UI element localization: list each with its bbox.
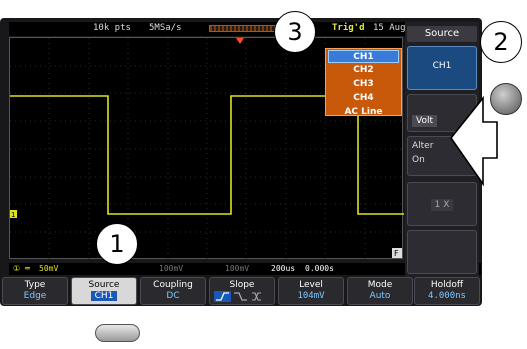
dropdown-item-ch2[interactable]: CH2 bbox=[328, 64, 399, 77]
trigger-status: Trig'd bbox=[332, 23, 365, 33]
dropdown-item-ch1[interactable]: CH1 bbox=[328, 50, 399, 63]
side-menu-title: Source bbox=[407, 26, 477, 42]
mode-label: Mode bbox=[367, 280, 393, 290]
falling-edge-icon bbox=[234, 292, 247, 301]
either-edge-icon bbox=[252, 292, 261, 301]
level-value: 104mV bbox=[297, 291, 325, 301]
sample-rate: 5MSa/s bbox=[149, 23, 182, 33]
coupling-button[interactable]: Coupling DC bbox=[140, 277, 206, 305]
callout-1: 1 bbox=[96, 223, 138, 265]
type-button[interactable]: Type Edge bbox=[2, 277, 68, 305]
callout-3: 3 bbox=[274, 11, 316, 53]
menu-key-button[interactable] bbox=[95, 324, 140, 342]
ch1-scale: 50mV bbox=[39, 264, 59, 273]
h-position: 0.000s bbox=[305, 264, 334, 273]
slope-label: Slope bbox=[229, 280, 255, 290]
dropdown-item-ch4[interactable]: CH4 bbox=[328, 92, 399, 105]
bottom-menu: Type Edge Source CH1 Coupling DC Slope L… bbox=[2, 277, 480, 305]
type-value: Edge bbox=[23, 291, 47, 301]
f-marker: F bbox=[394, 249, 399, 258]
level-button[interactable]: Level 104mV bbox=[278, 277, 344, 305]
mode-button[interactable]: Mode Auto bbox=[347, 277, 413, 305]
mode-value: Auto bbox=[369, 291, 391, 301]
record-length: 10k pts bbox=[93, 23, 131, 33]
ch4-scale: 100mV bbox=[225, 264, 250, 273]
level-label: Level bbox=[299, 280, 323, 290]
callout-2: 2 bbox=[480, 21, 522, 63]
top-status-bar: 10k pts 5MSa/s Trig'd 15 Aug bbox=[9, 22, 407, 36]
trigger-position-marker bbox=[236, 38, 244, 44]
coupling-value: DC bbox=[166, 291, 180, 301]
side-source-value: CH1 bbox=[432, 61, 452, 71]
left-arrow-icon bbox=[450, 96, 498, 187]
ch1-ground-marker: 1 bbox=[11, 211, 15, 219]
side-slot-4[interactable]: 1 X bbox=[407, 182, 477, 226]
side-source-button[interactable]: CH1 bbox=[407, 46, 477, 90]
ch3-scale: 100mV bbox=[159, 264, 184, 273]
source-button[interactable]: Source CH1 bbox=[71, 277, 137, 305]
variable-knob[interactable] bbox=[490, 83, 522, 115]
source-value: CH1 bbox=[90, 291, 118, 301]
coupling-label: Coupling bbox=[153, 280, 193, 290]
slope-icons bbox=[214, 291, 261, 302]
holdoff-value: 4.000ns bbox=[428, 291, 466, 301]
timebase: 200us bbox=[271, 264, 296, 273]
side-slot-5[interactable] bbox=[407, 230, 477, 274]
dropdown-item-ch3[interactable]: CH3 bbox=[328, 78, 399, 91]
source-label: Source bbox=[88, 280, 120, 290]
type-label: Type bbox=[24, 280, 46, 290]
ch1-indicator: ① ═ bbox=[13, 264, 30, 273]
holdoff-button[interactable]: Holdoff 4.000ns bbox=[414, 277, 480, 305]
holdoff-label: Holdoff bbox=[430, 280, 464, 290]
side-slot-2-value: Volt bbox=[412, 115, 437, 127]
date-label: 15 Aug bbox=[373, 23, 406, 33]
source-dropdown[interactable]: CH1 CH2 CH3 CH4 AC Line bbox=[325, 48, 402, 119]
slope-button[interactable]: Slope bbox=[209, 277, 275, 305]
dropdown-item-ac-line[interactable]: AC Line bbox=[328, 106, 399, 119]
side-slot-4-value: 1 X bbox=[430, 199, 454, 211]
